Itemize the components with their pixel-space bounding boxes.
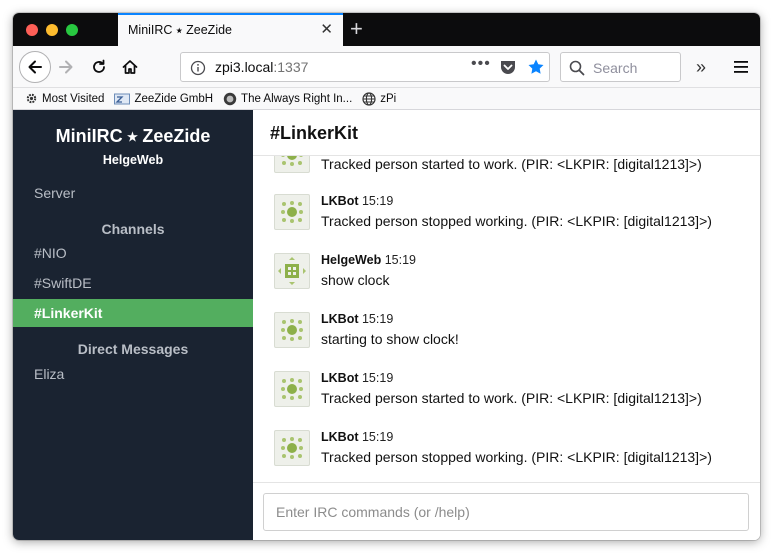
- bookmark-zeezide[interactable]: ZeeZide GmbH: [114, 93, 213, 105]
- sidebar-item-swiftde[interactable]: #SwiftDE: [34, 275, 92, 291]
- irc-app: MiniIRC ⭑ ZeeZide HelgeWeb Server Channe…: [13, 110, 760, 540]
- home-button[interactable]: [118, 55, 142, 79]
- browser-tab[interactable]: MiniIRC ⭑ ZeeZide ✕: [118, 13, 343, 46]
- globe-icon: [362, 91, 376, 106]
- gear-icon: [26, 93, 37, 104]
- message-time: 15:19: [361, 312, 394, 326]
- message-text: Tracked person started to work. (PIR: <L…: [321, 390, 702, 406]
- chat-panel: #LinkerKit Tracked person started to wor…: [253, 110, 760, 540]
- message-text: Tracked person stopped working. (PIR: <L…: [321, 213, 712, 229]
- close-window-button[interactable]: [26, 24, 38, 36]
- overflow-menu-button[interactable]: »: [689, 55, 713, 79]
- sidebar-item-eliza[interactable]: Eliza: [34, 366, 64, 382]
- bookmark-label: zPi: [380, 92, 397, 105]
- message-list[interactable]: Tracked person started to work. (PIR: <L…: [253, 156, 760, 482]
- reload-button[interactable]: [87, 55, 111, 79]
- sidebar-item-nio[interactable]: #NIO: [34, 245, 67, 261]
- url-host: zpi3.local: [215, 59, 274, 75]
- current-user: HelgeWeb: [102, 153, 164, 167]
- message-nick[interactable]: HelgeWeb: [321, 253, 381, 267]
- message-nick[interactable]: LKBot: [321, 194, 359, 208]
- direct-messages-header: Direct Messages: [77, 341, 189, 357]
- lkbot-avatar-icon: [274, 194, 310, 230]
- navigation-toolbar: zpi3.local:1337 ••• Search »: [13, 46, 760, 88]
- message-text: Tracked person started to work. (PIR: <L…: [321, 156, 702, 172]
- channel-header: #LinkerKit: [253, 110, 760, 156]
- url-bar[interactable]: zpi3.local:1337 •••: [180, 52, 550, 82]
- irc-command-input[interactable]: [263, 493, 749, 531]
- search-icon: [569, 60, 585, 81]
- tab-strip: MiniIRC ⭑ ZeeZide ✕ +: [13, 13, 760, 46]
- tab-title: MiniIRC ⭑ ZeeZide: [128, 23, 232, 37]
- sidebar: MiniIRC ⭑ ZeeZide HelgeWeb Server Channe…: [13, 110, 253, 540]
- channel-title: #LinkerKit: [270, 123, 359, 143]
- browser-window: MiniIRC ⭑ ZeeZide ✕ + zpi3.local:1337 ••…: [13, 13, 760, 540]
- close-tab-icon[interactable]: ✕: [320, 21, 333, 39]
- message-time: 15:19: [361, 430, 394, 444]
- info-icon[interactable]: [190, 60, 206, 81]
- bookmark-always-right[interactable]: The Always Right In...: [223, 92, 352, 106]
- search-placeholder: Search: [593, 60, 638, 76]
- zeezide-icon: [114, 93, 131, 104]
- lkbot-avatar-icon: [274, 371, 310, 407]
- message-time: 15:19: [361, 371, 394, 385]
- lkbot-avatar-icon: [274, 156, 310, 173]
- pocket-icon[interactable]: [499, 59, 517, 80]
- bookmark-most-visited[interactable]: Most Visited: [25, 92, 104, 105]
- composer: [253, 482, 760, 540]
- bookmark-label: ZeeZide GmbH: [134, 92, 214, 105]
- bookmark-star-icon[interactable]: [527, 58, 545, 81]
- sidebar-item-linkerkit[interactable]: #LinkerKit: [13, 299, 253, 327]
- app-title: MiniIRC ⭑ ZeeZide: [55, 126, 211, 146]
- channels-header: Channels: [101, 221, 165, 237]
- message-time: 15:19: [361, 194, 394, 208]
- message-meta: LKBot 15:19: [321, 194, 393, 208]
- zoom-window-button[interactable]: [66, 24, 78, 36]
- bookmark-label: The Always Right In...: [241, 92, 353, 105]
- message-text: starting to show clock!: [321, 331, 459, 347]
- lkbot-avatar-icon: [274, 312, 310, 348]
- new-tab-button[interactable]: +: [350, 15, 363, 43]
- back-arrow-icon: [28, 60, 42, 74]
- url-port: :1337: [273, 59, 309, 75]
- minimize-window-button[interactable]: [46, 24, 58, 36]
- forward-arrow-icon: [59, 60, 73, 74]
- helgeweb-avatar-icon: [274, 253, 310, 289]
- hamburger-menu-button[interactable]: [729, 55, 753, 79]
- forward-button[interactable]: [54, 55, 78, 79]
- lkbot-avatar-icon: [274, 430, 310, 466]
- message-nick[interactable]: LKBot: [321, 371, 359, 385]
- home-icon: [122, 60, 138, 74]
- message-text: Tracked person stopped working. (PIR: <L…: [321, 449, 712, 465]
- message-meta: HelgeWeb 15:19: [321, 253, 416, 267]
- message-nick[interactable]: LKBot: [321, 430, 359, 444]
- bookmark-label: Most Visited: [42, 92, 105, 105]
- message-meta: LKBot 15:19: [321, 430, 393, 444]
- search-bar[interactable]: Search: [560, 52, 681, 82]
- url-text[interactable]: zpi3.local:1337: [215, 59, 308, 75]
- bookmarks-toolbar: Most Visited ZeeZide GmbH The Always Rig…: [13, 88, 760, 110]
- hamburger-icon: [734, 61, 748, 73]
- always-right-icon: [223, 92, 237, 105]
- bookmark-zpi[interactable]: zPi: [362, 91, 397, 106]
- sidebar-item-server[interactable]: Server: [34, 185, 75, 201]
- back-button[interactable]: [19, 51, 51, 83]
- reload-icon: [93, 59, 105, 73]
- message-text: show clock: [321, 272, 390, 288]
- message-meta: LKBot 15:19: [321, 371, 393, 385]
- page-actions-icon[interactable]: •••: [471, 55, 491, 73]
- message-meta: LKBot 15:19: [321, 312, 393, 326]
- message-nick[interactable]: LKBot: [321, 312, 359, 326]
- message-time: 15:19: [384, 253, 416, 267]
